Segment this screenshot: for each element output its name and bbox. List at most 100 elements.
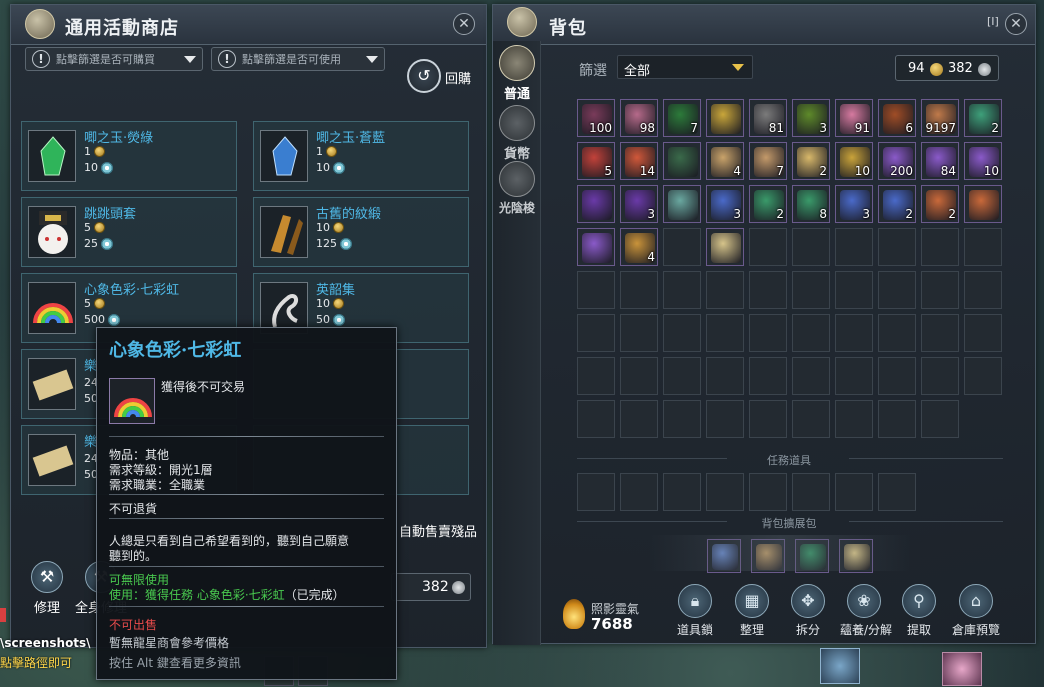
quest-slot[interactable] bbox=[577, 473, 615, 511]
bag-slot[interactable] bbox=[792, 271, 830, 309]
bag-slot[interactable] bbox=[964, 357, 1002, 395]
bag-slot[interactable] bbox=[792, 400, 830, 438]
bag-slot[interactable] bbox=[964, 185, 1002, 223]
bag-slot[interactable]: 91 bbox=[835, 99, 873, 137]
bag-slot[interactable]: 7 bbox=[749, 142, 787, 180]
bag-slot[interactable]: 6 bbox=[878, 99, 916, 137]
bag-slot[interactable] bbox=[663, 228, 701, 266]
bag-slot[interactable] bbox=[835, 228, 873, 266]
quest-slot[interactable] bbox=[792, 473, 830, 511]
tab-normal[interactable]: 普通 bbox=[495, 45, 539, 102]
bag-slot[interactable] bbox=[835, 314, 873, 352]
shop-filter-usable[interactable]: ! 點擊篩選是否可使用 bbox=[211, 47, 385, 71]
nurture-dismantle-button[interactable]: ❀ 蘊養/分解 bbox=[840, 584, 892, 638]
bag-slot[interactable]: 84 bbox=[921, 142, 959, 180]
quest-slot[interactable] bbox=[706, 473, 744, 511]
bag-slot[interactable]: 3 bbox=[706, 185, 744, 223]
bag-slot[interactable] bbox=[749, 400, 787, 438]
hud-icon[interactable] bbox=[820, 648, 860, 684]
bag-slot[interactable] bbox=[878, 228, 916, 266]
bag-slot[interactable] bbox=[706, 400, 744, 438]
bag-slot[interactable] bbox=[663, 185, 701, 223]
bag-slot[interactable] bbox=[577, 228, 615, 266]
bag-slot[interactable] bbox=[921, 357, 959, 395]
bag-slot[interactable] bbox=[792, 357, 830, 395]
bag-slot[interactable] bbox=[921, 228, 959, 266]
bag-slot[interactable]: 5 bbox=[577, 142, 615, 180]
bag-slot[interactable] bbox=[663, 271, 701, 309]
bag-slot[interactable]: 2 bbox=[964, 99, 1002, 137]
tab-currency[interactable]: 貨幣 bbox=[495, 105, 539, 162]
bag-slot[interactable] bbox=[620, 357, 658, 395]
bag-slot[interactable] bbox=[878, 314, 916, 352]
bag-slot[interactable]: 2 bbox=[792, 142, 830, 180]
auto-sell-label[interactable]: 自動售賣殘品 bbox=[399, 521, 477, 540]
bag-slot[interactable]: 4 bbox=[620, 228, 658, 266]
bag-slot[interactable]: 2 bbox=[921, 185, 959, 223]
hud-icon[interactable] bbox=[942, 652, 982, 686]
bag-slot[interactable]: 7 bbox=[663, 99, 701, 137]
repair-button[interactable]: ⚒ 修理 bbox=[27, 561, 67, 616]
bag-slot[interactable] bbox=[921, 400, 959, 438]
bag-slot[interactable] bbox=[706, 228, 744, 266]
bag-slot[interactable] bbox=[706, 271, 744, 309]
bag-slot[interactable]: 81 bbox=[749, 99, 787, 137]
bag-slot[interactable]: 100 bbox=[577, 99, 615, 137]
bag-slot[interactable] bbox=[577, 400, 615, 438]
quest-slot[interactable] bbox=[663, 473, 701, 511]
bag-slot[interactable] bbox=[620, 400, 658, 438]
shop-item-card[interactable]: 古舊的紋緞 10 125 bbox=[253, 197, 469, 267]
bag-close-button[interactable]: ✕ bbox=[1005, 13, 1027, 35]
bag-slot[interactable] bbox=[749, 357, 787, 395]
bag-slot[interactable] bbox=[835, 400, 873, 438]
bag-slot[interactable] bbox=[749, 228, 787, 266]
bag-slot[interactable] bbox=[835, 357, 873, 395]
bag-slot[interactable] bbox=[964, 314, 1002, 352]
bag-slot[interactable] bbox=[706, 357, 744, 395]
split-button[interactable]: ✥ 拆分 bbox=[786, 584, 830, 638]
bag-slot[interactable] bbox=[706, 99, 744, 137]
bag-slot[interactable] bbox=[878, 400, 916, 438]
bag-slot[interactable] bbox=[577, 271, 615, 309]
tab-shuttle[interactable]: 光陰梭 bbox=[495, 161, 539, 216]
extract-button[interactable]: ⚲ 提取 bbox=[897, 584, 941, 638]
bag-slot[interactable]: 3 bbox=[835, 185, 873, 223]
bag-slot[interactable] bbox=[792, 314, 830, 352]
bag-slot[interactable] bbox=[663, 142, 701, 180]
quest-slot[interactable] bbox=[749, 473, 787, 511]
bag-slot[interactable]: 9197 bbox=[921, 99, 959, 137]
bag-filter-dropdown[interactable]: 全部 bbox=[617, 55, 753, 79]
bag-slot[interactable]: 3 bbox=[620, 185, 658, 223]
bag-slot[interactable]: 2 bbox=[749, 185, 787, 223]
bag-slot[interactable] bbox=[706, 314, 744, 352]
bag-slot[interactable] bbox=[577, 185, 615, 223]
bag-slot[interactable] bbox=[577, 314, 615, 352]
bag-slot[interactable] bbox=[921, 271, 959, 309]
quest-slot[interactable] bbox=[620, 473, 658, 511]
bag-slot[interactable] bbox=[878, 271, 916, 309]
bag-slot[interactable] bbox=[663, 314, 701, 352]
warehouse-preview-button[interactable]: ⌂ 倉庫預覽 bbox=[948, 584, 1004, 638]
bag-slot[interactable] bbox=[878, 357, 916, 395]
shop-item-card[interactable]: 跳跳頭套 5 25 bbox=[21, 197, 237, 267]
bag-slot[interactable] bbox=[620, 271, 658, 309]
sort-button[interactable]: ▦ 整理 bbox=[730, 584, 774, 638]
bag-slot[interactable] bbox=[663, 357, 701, 395]
bag-slot[interactable]: 3 bbox=[792, 99, 830, 137]
bag-slot[interactable] bbox=[620, 314, 658, 352]
shop-close-button[interactable]: ✕ bbox=[453, 13, 475, 35]
bag-slot[interactable] bbox=[835, 271, 873, 309]
shop-item-card[interactable]: 唧之玉·蒼藍 1 10 bbox=[253, 121, 469, 191]
bag-slot[interactable]: 10 bbox=[835, 142, 873, 180]
bag-slot[interactable] bbox=[663, 400, 701, 438]
bag-slot[interactable] bbox=[792, 228, 830, 266]
bag-slot[interactable] bbox=[964, 228, 1002, 266]
bag-slot[interactable] bbox=[964, 271, 1002, 309]
bag-slot[interactable]: 2 bbox=[878, 185, 916, 223]
bag-slot[interactable]: 10 bbox=[964, 142, 1002, 180]
bag-slot[interactable]: 98 bbox=[620, 99, 658, 137]
bag-slot[interactable]: 200 bbox=[878, 142, 916, 180]
quest-slot[interactable] bbox=[835, 473, 873, 511]
bag-slot[interactable] bbox=[749, 271, 787, 309]
quest-slot[interactable] bbox=[878, 473, 916, 511]
